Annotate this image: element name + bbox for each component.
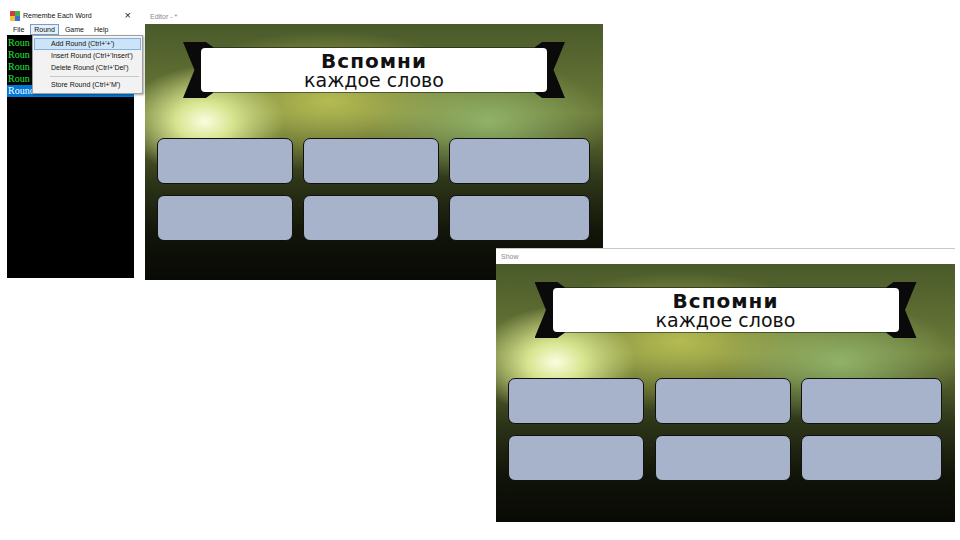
menu-entry[interactable]: Delete Round (Ctrl+'Del') xyxy=(34,62,141,74)
app-icon xyxy=(10,11,20,21)
menu-separator xyxy=(50,76,139,77)
desktop: Editor - *Вспомникаждое словоShowВспомни… xyxy=(0,0,960,540)
menu-bar: FileRoundGameHelp xyxy=(7,23,134,35)
menu-entry[interactable]: Insert Round (Ctrl+'Insert') xyxy=(34,50,141,62)
window-title: Show xyxy=(501,253,519,260)
word-card[interactable] xyxy=(655,378,791,424)
word-card[interactable] xyxy=(508,378,644,424)
word-card[interactable] xyxy=(303,195,439,241)
window-title: Editor - * xyxy=(150,13,177,20)
title-banner: Вспомникаждое слово xyxy=(535,282,917,338)
word-card[interactable] xyxy=(157,195,293,241)
word-card[interactable] xyxy=(655,435,791,481)
window-titlebar[interactable]: Editor - * xyxy=(145,8,603,24)
window-titlebar[interactable]: Remembe Each Word× xyxy=(7,8,134,23)
word-card[interactable] xyxy=(303,138,439,184)
round-menu: Add Round (Ctrl+'+')Insert Round (Ctrl+'… xyxy=(32,35,143,94)
game-board: Вспомникаждое слово xyxy=(145,24,603,280)
banner-title: Вспомни xyxy=(321,51,427,71)
word-card[interactable] xyxy=(801,378,942,424)
menu-item[interactable]: Round xyxy=(30,24,59,35)
window-titlebar[interactable]: Show xyxy=(496,249,955,264)
main-window: Remembe Each Word×FileRoundGameHelpRounR… xyxy=(7,8,134,278)
banner-subtitle: каждое слово xyxy=(656,311,796,330)
word-grid xyxy=(145,138,603,241)
editor-window: Editor - * Вспомникаждое слово xyxy=(145,8,603,280)
menu-entry[interactable]: Store Round (Ctrl+'M') xyxy=(34,79,141,91)
word-card[interactable] xyxy=(449,138,590,184)
game-board: Вспомникаждое слово xyxy=(496,264,955,522)
word-card[interactable] xyxy=(508,435,644,481)
title-banner: Вспомникаждое слово xyxy=(183,42,565,98)
word-grid xyxy=(496,378,955,481)
word-card[interactable] xyxy=(801,435,942,481)
banner-inner: Вспомникаждое слово xyxy=(553,288,899,332)
close-button[interactable]: × xyxy=(125,10,131,21)
show-window: Show Вспомникаждое слово xyxy=(496,248,955,522)
window-title: Remembe Each Word xyxy=(23,12,122,19)
menu-item[interactable]: File xyxy=(9,24,28,35)
word-card[interactable] xyxy=(157,138,293,184)
word-card[interactable] xyxy=(449,195,590,241)
banner-title: Вспомни xyxy=(673,291,779,311)
menu-item[interactable]: Help xyxy=(90,24,112,35)
menu-entry[interactable]: Add Round (Ctrl+'+') xyxy=(34,38,141,50)
menu-item[interactable]: Game xyxy=(61,24,88,35)
banner-inner: Вспомникаждое слово xyxy=(201,48,547,92)
banner-subtitle: каждое слово xyxy=(304,71,444,90)
